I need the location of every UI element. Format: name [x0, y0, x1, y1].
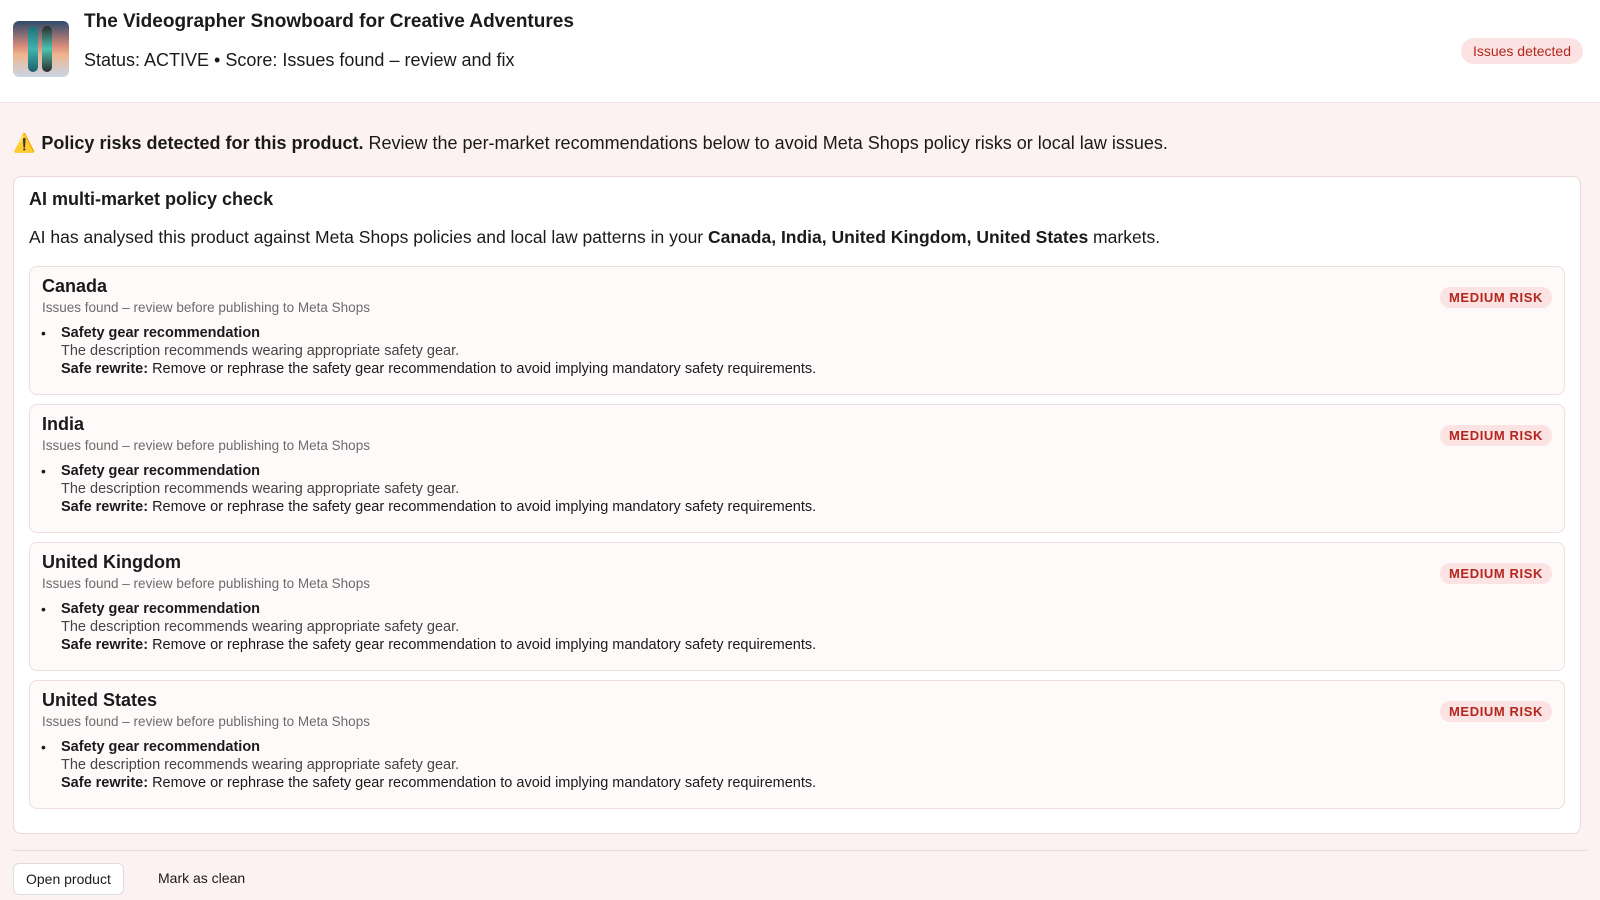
- issue-title: Safety gear recommendation: [61, 601, 261, 617]
- market-subtitle: Issues found – review before publishing …: [42, 438, 370, 453]
- risk-badge: MEDIUM RISK: [1440, 701, 1552, 722]
- card-description-markets: Canada, India, United Kingdom, United St…: [708, 227, 1089, 247]
- issue-title: Safety gear recommendation: [61, 463, 261, 479]
- product-title: The Videographer Snowboard for Creative …: [84, 11, 574, 32]
- safe-rewrite: Safe rewrite: Remove or rephrase the saf…: [61, 636, 816, 654]
- market-name: India: [42, 414, 85, 434]
- warning-text: Review the per-market recommendations be…: [363, 133, 1168, 153]
- safe-rewrite-text: Remove or rephrase the safety gear recom…: [148, 499, 817, 515]
- issue-item: • Safety gear recommendation The descrip…: [41, 324, 816, 378]
- market-subtitle: Issues found – review before publishing …: [42, 300, 370, 315]
- policy-warning-banner: ⚠️ Policy risks detected for this product…: [13, 133, 1168, 154]
- safe-rewrite-label: Safe rewrite:: [61, 637, 149, 653]
- bullet-icon: •: [41, 739, 46, 755]
- product-thumbnail-image[interactable]: [13, 21, 69, 77]
- issue-item: • Safety gear recommendation The descrip…: [41, 738, 816, 792]
- card-description-suffix: markets.: [1088, 227, 1161, 247]
- bullet-icon: •: [41, 463, 46, 479]
- safe-rewrite: Safe rewrite: Remove or rephrase the saf…: [61, 774, 816, 792]
- safe-rewrite: Safe rewrite: Remove or rephrase the saf…: [61, 498, 816, 516]
- policy-check-card: AI multi-market policy check AI has anal…: [13, 176, 1581, 834]
- footer-divider: [13, 850, 1587, 851]
- bullet-icon: •: [41, 325, 46, 341]
- mark-as-clean-button[interactable]: Mark as clean: [146, 863, 257, 893]
- market-name: United States: [42, 690, 158, 710]
- market-card-united-states: United States Issues found – review befo…: [29, 680, 1565, 809]
- risk-badge: MEDIUM RISK: [1440, 287, 1552, 308]
- issue-description: The description recommends wearing appro…: [61, 343, 460, 359]
- card-description: AI has analysed this product against Met…: [29, 227, 1160, 248]
- market-subtitle: Issues found – review before publishing …: [42, 576, 370, 591]
- issue-item: • Safety gear recommendation The descrip…: [41, 462, 816, 516]
- safe-rewrite-text: Remove or rephrase the safety gear recom…: [148, 361, 817, 377]
- product-header: The Videographer Snowboard for Creative …: [0, 0, 1600, 103]
- market-card-canada: Canada Issues found – review before publ…: [29, 266, 1565, 395]
- snowboard-graphic: [42, 26, 52, 72]
- safe-rewrite-label: Safe rewrite:: [61, 361, 149, 377]
- card-description-prefix: AI has analysed this product against Met…: [29, 227, 708, 247]
- safe-rewrite: Safe rewrite: Remove or rephrase the saf…: [61, 360, 816, 378]
- issues-detected-badge: Issues detected: [1460, 38, 1583, 64]
- policy-panel: ⚠️ Policy risks detected for this product…: [0, 103, 1600, 900]
- safe-rewrite-label: Safe rewrite:: [61, 499, 149, 515]
- issue-description: The description recommends wearing appro…: [61, 619, 460, 635]
- issue-title: Safety gear recommendation: [61, 739, 261, 755]
- issue-title: Safety gear recommendation: [61, 325, 261, 341]
- issue-description: The description recommends wearing appro…: [61, 481, 460, 497]
- issue-description: The description recommends wearing appro…: [61, 757, 460, 773]
- safe-rewrite-text: Remove or rephrase the safety gear recom…: [148, 637, 817, 653]
- warning-bold-text: Policy risks detected for this product.: [41, 133, 364, 153]
- market-card-united-kingdom: United Kingdom Issues found – review bef…: [29, 542, 1565, 671]
- snowboard-graphic: [28, 26, 38, 72]
- market-card-india: India Issues found – review before publi…: [29, 404, 1565, 533]
- warning-icon: ⚠️: [13, 133, 36, 153]
- card-title: AI multi-market policy check: [29, 189, 274, 209]
- safe-rewrite-label: Safe rewrite:: [61, 775, 149, 791]
- issue-item: • Safety gear recommendation The descrip…: [41, 600, 816, 654]
- bullet-icon: •: [41, 601, 46, 617]
- risk-badge: MEDIUM RISK: [1440, 425, 1552, 446]
- market-name: United Kingdom: [42, 552, 181, 572]
- product-status-line: Status: ACTIVE • Score: Issues found – r…: [84, 50, 515, 70]
- open-product-button[interactable]: Open product: [13, 863, 124, 895]
- risk-badge: MEDIUM RISK: [1440, 563, 1552, 584]
- market-subtitle: Issues found – review before publishing …: [42, 714, 370, 729]
- safe-rewrite-text: Remove or rephrase the safety gear recom…: [148, 775, 817, 791]
- market-name: Canada: [42, 276, 108, 296]
